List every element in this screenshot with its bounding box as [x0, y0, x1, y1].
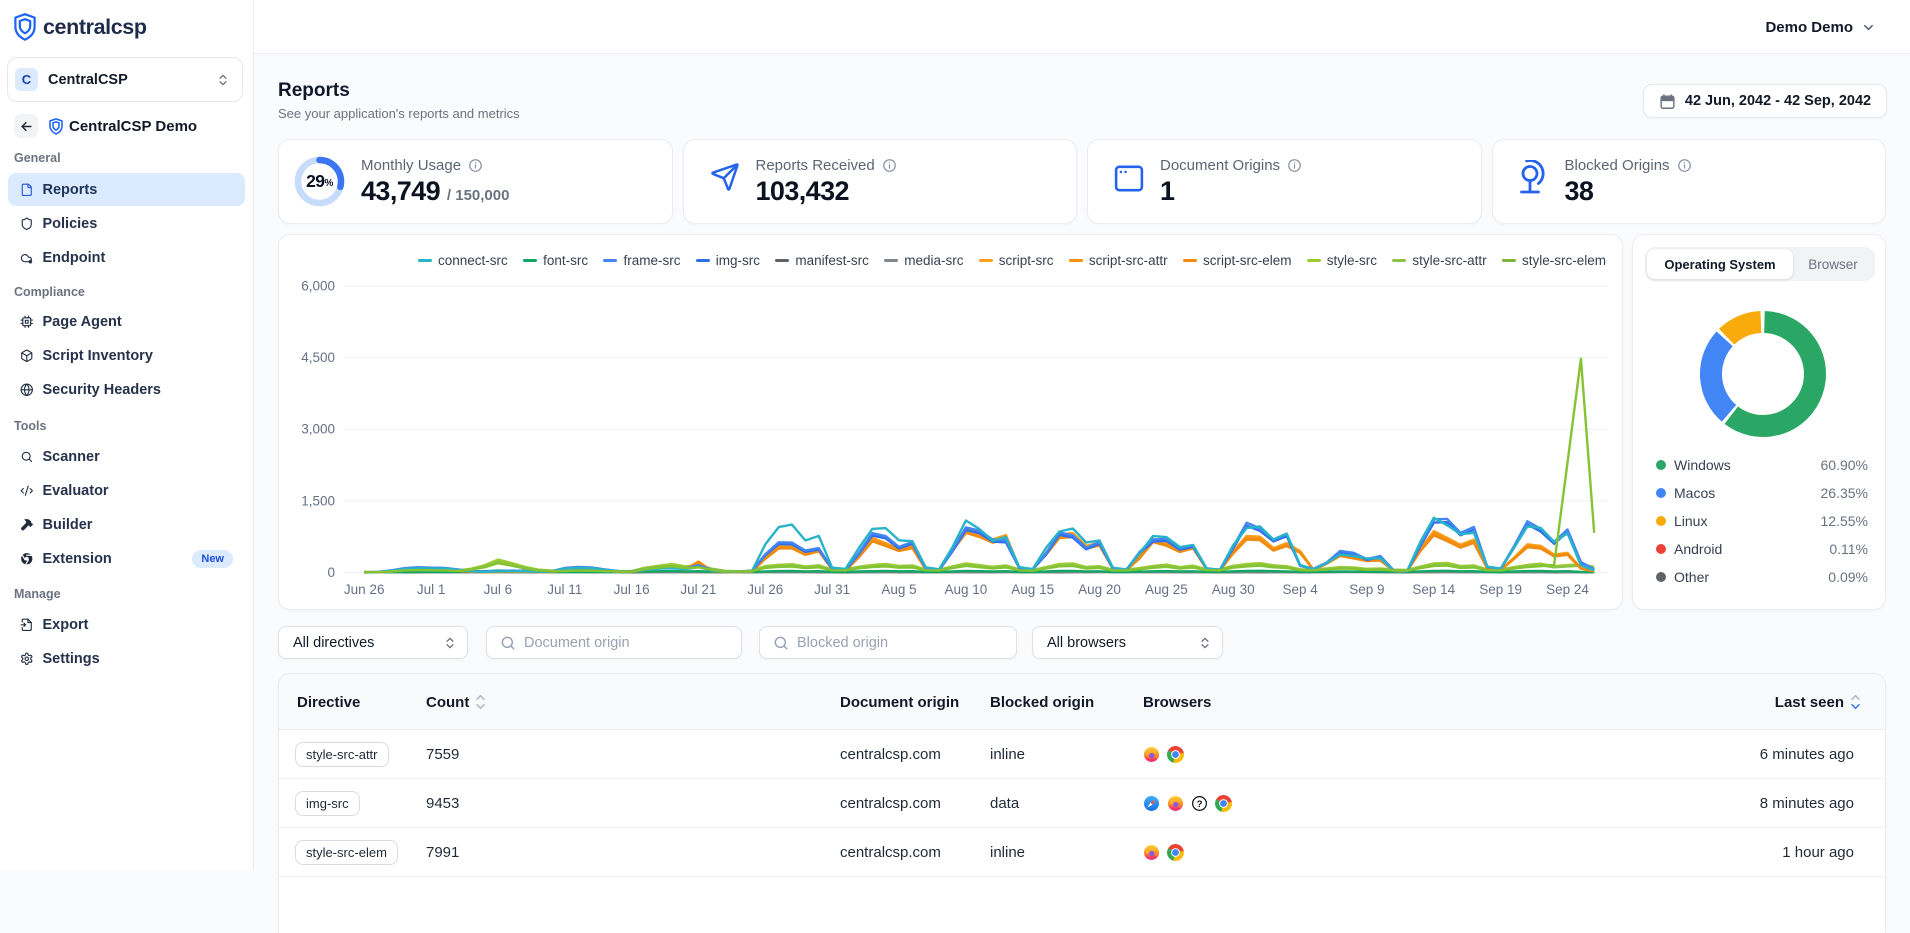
- svg-text:Aug 30: Aug 30: [1212, 582, 1255, 597]
- svg-text:6,000: 6,000: [301, 279, 335, 294]
- svg-text:Jul 11: Jul 11: [547, 582, 582, 597]
- svg-text:Sep 19: Sep 19: [1479, 582, 1522, 597]
- svg-text:Aug 15: Aug 15: [1011, 582, 1054, 597]
- svg-text:Sep 4: Sep 4: [1282, 582, 1318, 597]
- svg-text:Aug 10: Aug 10: [945, 582, 988, 597]
- svg-text:Jul 31: Jul 31: [814, 582, 850, 597]
- svg-text:?: ?: [1197, 799, 1203, 810]
- svg-text:Jul 1: Jul 1: [417, 582, 446, 597]
- svg-text:Aug 20: Aug 20: [1078, 582, 1121, 597]
- svg-text:3,000: 3,000: [301, 422, 335, 437]
- svg-text:Aug 5: Aug 5: [881, 582, 916, 597]
- svg-text:Jul 16: Jul 16: [614, 582, 650, 597]
- svg-text:Aug 25: Aug 25: [1145, 582, 1188, 597]
- svg-text:Jul 6: Jul 6: [484, 582, 513, 597]
- svg-text:Sep 9: Sep 9: [1349, 582, 1384, 597]
- svg-text:Jul 21: Jul 21: [680, 582, 716, 597]
- svg-text:Jun 26: Jun 26: [344, 582, 385, 597]
- svg-text:0: 0: [327, 565, 335, 580]
- svg-text:4,500: 4,500: [301, 350, 335, 365]
- svg-text:Jul 26: Jul 26: [747, 582, 783, 597]
- svg-text:Sep 24: Sep 24: [1546, 582, 1589, 597]
- svg-text:1,500: 1,500: [301, 493, 335, 508]
- svg-text:Sep 14: Sep 14: [1412, 582, 1455, 597]
